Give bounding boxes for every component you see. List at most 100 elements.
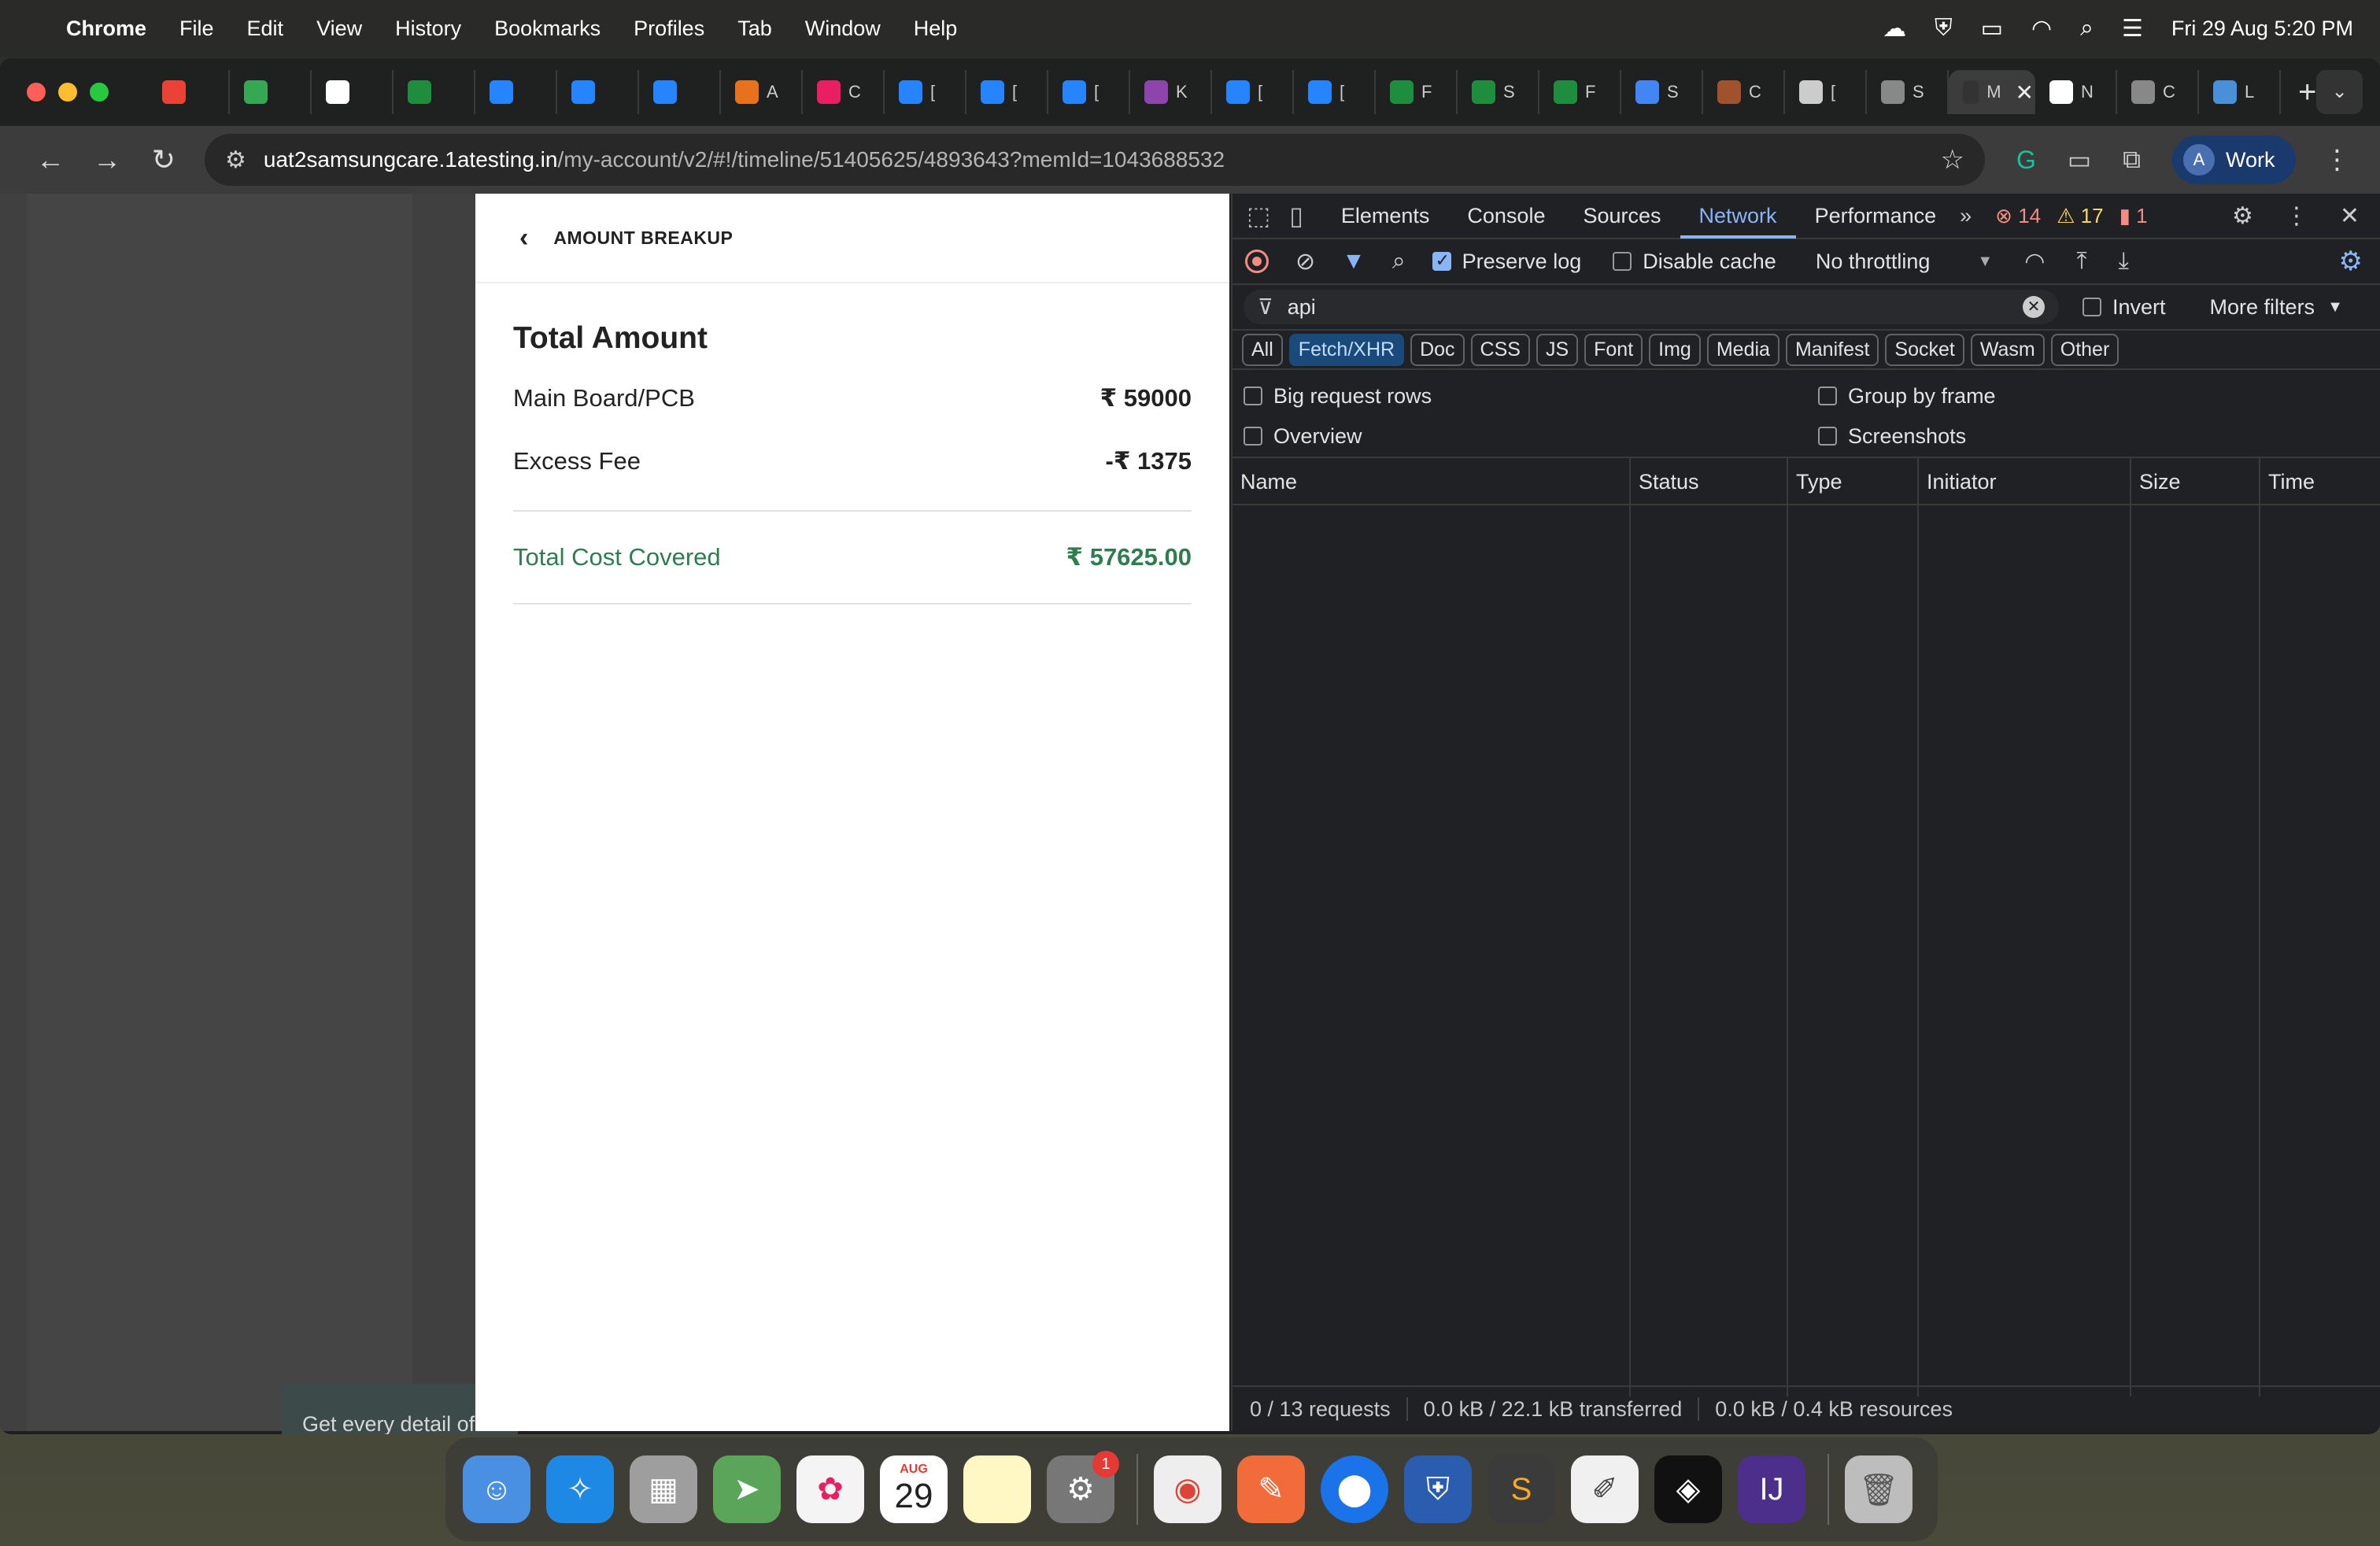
- tab-performance[interactable]: Performance: [1796, 193, 1956, 239]
- notes-icon[interactable]: [963, 1455, 1031, 1523]
- type-filter-pill[interactable]: Wasm: [1970, 333, 2045, 366]
- menu-window[interactable]: Window: [805, 17, 881, 41]
- menu-edit[interactable]: Edit: [247, 17, 284, 41]
- browser-tab[interactable]: [: [885, 70, 966, 114]
- type-filter-pill[interactable]: JS: [1536, 333, 1579, 366]
- browser-tab[interactable]: F: [1539, 70, 1621, 114]
- network-settings-icon[interactable]: ⚙: [2339, 246, 2363, 277]
- minimize-window-button[interactable]: [58, 83, 77, 102]
- more-filters-dropdown[interactable]: More filters ▼: [2210, 295, 2343, 320]
- menu-bookmarks[interactable]: Bookmarks: [494, 17, 601, 41]
- type-filter-pill[interactable]: Img: [1649, 333, 1701, 366]
- search-icon[interactable]: ⌕: [1392, 248, 1406, 275]
- intellij-icon[interactable]: IJ: [1738, 1455, 1805, 1523]
- more-tabs-icon[interactable]: »: [1960, 204, 1972, 228]
- checkbox-unchecked[interactable]: [2082, 298, 2101, 316]
- checkbox-unchecked[interactable]: [1244, 427, 1262, 446]
- browser-tab[interactable]: [557, 70, 639, 114]
- browser-tab[interactable]: L: [2199, 70, 2281, 114]
- zoom-window-button[interactable]: [90, 83, 109, 102]
- type-filter-pill[interactable]: Other: [2050, 333, 2119, 366]
- location-pin-icon[interactable]: ⬤: [1321, 1455, 1388, 1523]
- menu-profiles[interactable]: Profiles: [634, 17, 704, 41]
- system-settings-icon[interactable]: ⚙ 1: [1047, 1451, 1119, 1523]
- tab-network[interactable]: Network: [1680, 193, 1796, 239]
- chrome-menu-icon[interactable]: ⋮: [2324, 144, 2351, 176]
- type-filter-pill[interactable]: Manifest: [1785, 333, 1879, 366]
- devtools-settings-icon[interactable]: ⚙: [2232, 202, 2253, 230]
- tab-console[interactable]: Console: [1448, 193, 1564, 239]
- browser-tab[interactable]: C: [1703, 70, 1785, 114]
- invert-checkbox[interactable]: Invert: [2082, 295, 2166, 320]
- checkbox-unchecked[interactable]: [1818, 427, 1837, 446]
- browser-tab[interactable]: [: [966, 70, 1048, 114]
- clear-filter-icon[interactable]: ✕: [2023, 296, 2045, 318]
- browser-tab[interactable]: [: [1048, 70, 1130, 114]
- checkbox-unchecked[interactable]: [1244, 386, 1262, 405]
- browser-tab[interactable]: S: [1867, 70, 1949, 114]
- cast-icon[interactable]: ▭: [2068, 145, 2091, 175]
- tab-search-button[interactable]: ⌄: [2316, 70, 2363, 114]
- back-chevron-icon[interactable]: ‹: [519, 223, 528, 253]
- type-filter-pill[interactable]: All: [1242, 333, 1283, 366]
- extensions-puzzle-icon[interactable]: ⧉: [2123, 145, 2141, 175]
- export-har-icon[interactable]: ⤓: [2119, 248, 2129, 275]
- browser-tab[interactable]: C: [803, 70, 885, 114]
- reload-button[interactable]: ↻: [135, 143, 192, 176]
- type-filter-pill[interactable]: Media: [1706, 333, 1779, 366]
- forward-button[interactable]: →: [79, 143, 135, 176]
- browser-tab[interactable]: [148, 70, 230, 114]
- browser-tab[interactable]: [: [1294, 70, 1376, 114]
- new-tab-button[interactable]: +: [2298, 75, 2316, 110]
- back-button[interactable]: ←: [22, 143, 79, 176]
- browser-tab[interactable]: F: [1376, 70, 1458, 114]
- profile-button[interactable]: A Work: [2171, 135, 2296, 184]
- browser-tab[interactable]: [312, 70, 394, 114]
- browser-tab[interactable]: S: [1458, 70, 1539, 114]
- battery-icon[interactable]: ▭: [1981, 15, 2003, 43]
- browser-tab[interactable]: [475, 70, 557, 114]
- clear-log-icon[interactable]: ⊘: [1295, 248, 1315, 276]
- issue-count-badge[interactable]: ▮ 1: [2119, 204, 2148, 228]
- type-filter-pill[interactable]: Socket: [1885, 333, 1964, 366]
- control-center-icon[interactable]: ☰: [2122, 15, 2143, 43]
- menu-history[interactable]: History: [395, 17, 461, 41]
- bookmark-star-icon[interactable]: ☆: [1941, 144, 1964, 176]
- spotlight-search-icon[interactable]: ⌕: [2080, 15, 2094, 42]
- browser-tab[interactable]: K: [1130, 70, 1212, 114]
- filter-input[interactable]: ⊽ api ✕: [1244, 290, 2059, 324]
- network-conditions-icon[interactable]: ◠: [2024, 248, 2045, 276]
- import-har-icon[interactable]: ⤒: [2076, 248, 2086, 275]
- photos-icon[interactable]: ✿: [796, 1455, 864, 1523]
- disable-cache-checkbox[interactable]: Disable cache: [1613, 250, 1776, 274]
- warning-count-badge[interactable]: ⚠ 17: [2057, 204, 2103, 228]
- menu-help[interactable]: Help: [914, 17, 958, 41]
- browser-tab[interactable]: [394, 70, 475, 114]
- menubar-datetime[interactable]: Fri 29 Aug 5:20 PM: [2171, 17, 2353, 41]
- grammarly-extension-icon[interactable]: G: [2016, 146, 2036, 175]
- tab-close-icon[interactable]: ✕: [2016, 80, 2034, 105]
- type-filter-pill[interactable]: Fetch/XHR: [1288, 333, 1405, 366]
- browser-tab[interactable]: N: [2035, 70, 2117, 114]
- record-icon[interactable]: [1245, 250, 1269, 273]
- address-bar[interactable]: ⚙ uat2samsungcare.1atesting.in/my-accoun…: [205, 134, 1985, 186]
- big-request-rows-checkbox[interactable]: Big request rows: [1244, 376, 1787, 416]
- checkbox-unchecked[interactable]: [1818, 386, 1837, 405]
- cloud-sync-icon[interactable]: ☁: [1883, 15, 1906, 43]
- devtools-menu-icon[interactable]: ⋮: [2285, 202, 2308, 230]
- browser-tab[interactable]: [: [1212, 70, 1294, 114]
- throttling-select[interactable]: No throttling ▼: [1816, 250, 1993, 274]
- screenshots-checkbox[interactable]: Screenshots: [1818, 416, 2338, 456]
- chrome-icon[interactable]: ◉: [1154, 1455, 1221, 1523]
- shield-icon[interactable]: ⛨: [1935, 15, 1953, 42]
- browser-tab[interactable]: S: [1621, 70, 1703, 114]
- error-count-badge[interactable]: ⊗ 14: [1995, 204, 2041, 228]
- device-toolbar-icon[interactable]: ▯: [1289, 201, 1303, 231]
- browser-tab[interactable]: [230, 70, 312, 114]
- site-info-icon[interactable]: ⚙: [225, 146, 246, 174]
- inspect-element-icon[interactable]: ⬚: [1247, 201, 1270, 231]
- close-window-button[interactable]: [27, 83, 46, 102]
- postman-icon[interactable]: ✎: [1237, 1455, 1305, 1523]
- browser-tab[interactable]: [: [1785, 70, 1867, 114]
- overview-checkbox[interactable]: Overview: [1244, 416, 1787, 456]
